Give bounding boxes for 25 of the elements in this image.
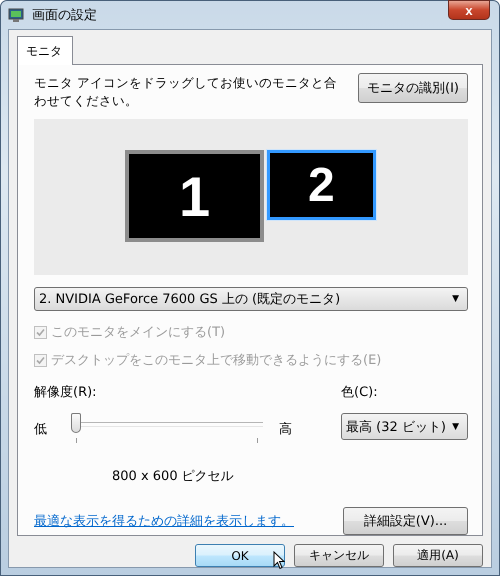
color-dropdown[interactable]: 最高 (32 ビット) ▼ xyxy=(341,413,468,440)
high-label: 高 xyxy=(279,421,292,438)
resolution-slider[interactable] xyxy=(71,413,263,445)
close-button[interactable]: x xyxy=(448,0,490,20)
monitor-tile[interactable]: 2 xyxy=(267,150,376,220)
dialog-button[interactable]: OK xyxy=(195,544,285,567)
resolution-reading: 800 x 600 ピクセル xyxy=(112,468,235,485)
checkbox-label: このモニタをメインにする(T) xyxy=(51,324,226,341)
advanced-button[interactable]: 詳細設定(V)... xyxy=(343,507,468,535)
slider-thumb[interactable] xyxy=(71,413,81,433)
low-label: 低 xyxy=(34,421,47,438)
window-title: 画面の設定 xyxy=(32,7,97,24)
cursor-icon xyxy=(273,551,285,570)
dialog-button[interactable]: 適用(A) xyxy=(393,544,483,567)
monitor-tile[interactable]: 1 xyxy=(125,150,264,242)
tab[interactable]: モニタ xyxy=(17,36,73,65)
dialog-button[interactable]: キャンセル xyxy=(294,544,384,567)
identify-button[interactable]: モニタの識別(I) xyxy=(358,73,468,103)
color-label: 色(C): xyxy=(341,385,378,400)
monitor-icon xyxy=(8,7,24,23)
checkbox-label: デスクトップをこのモニタ上で移動できるようにする(E) xyxy=(51,352,382,369)
instruction-text: モニタ アイコンをドラッグしてお使いのモニタと合わせてください。 xyxy=(34,74,338,110)
resolution-label: 解像度(R): xyxy=(34,385,97,400)
display-dropdown[interactable]: 2. NVIDIA GeForce 7600 GS 上の (既定のモニタ) ▼ xyxy=(34,286,468,311)
help-link[interactable]: 最適な表示を得るための詳細を表示します。 xyxy=(34,512,294,530)
